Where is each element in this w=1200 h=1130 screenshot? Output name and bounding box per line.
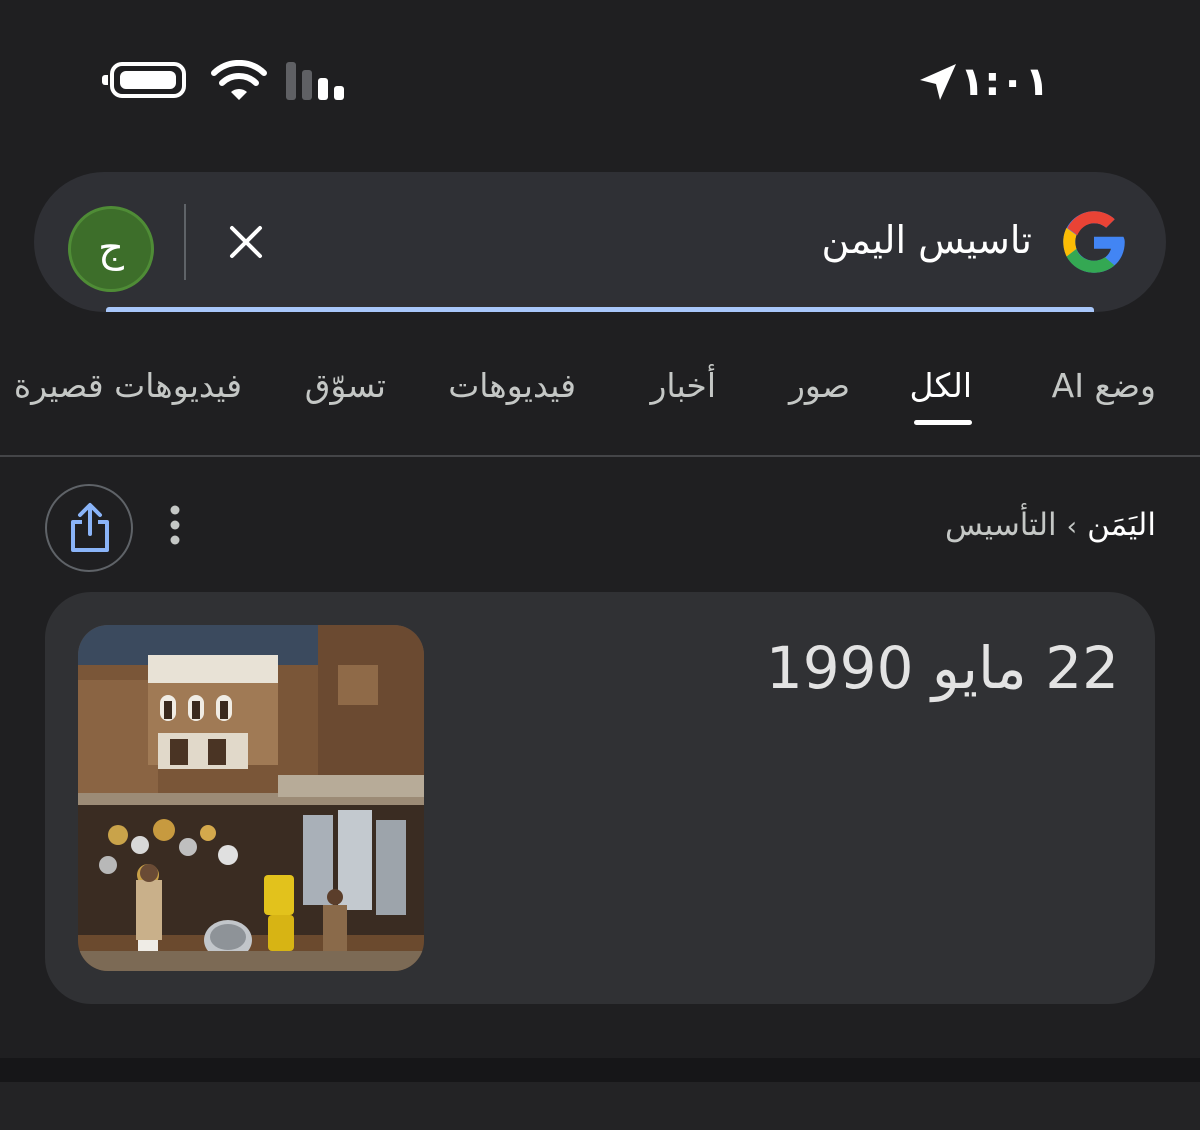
tabs-divider (0, 455, 1200, 457)
breadcrumb-attribute: التأسيس (944, 507, 1057, 543)
answer-value: 22 مايو 1990 (765, 634, 1119, 702)
search-input[interactable]: تاسيس اليمن (472, 210, 1032, 270)
breadcrumb: اليَمَن › التأسيس (556, 500, 1156, 550)
breadcrumb-entity[interactable]: اليَمَن (1087, 507, 1156, 543)
wifi-icon (211, 60, 267, 100)
google-logo-icon[interactable] (1058, 206, 1130, 278)
tab-ai-mode[interactable]: وضع AI (1052, 360, 1156, 412)
tab-shopping[interactable]: تسوّق (305, 360, 386, 412)
tab-images[interactable]: صور (789, 360, 850, 412)
section-separator (0, 1058, 1200, 1082)
signal-icon (286, 62, 344, 100)
answer-image[interactable] (78, 625, 424, 971)
more-vert-icon[interactable] (160, 500, 190, 550)
tab-all[interactable]: الكل (910, 360, 972, 412)
market-street-image (78, 625, 424, 971)
location-icon (920, 64, 956, 100)
tab-short-videos[interactable]: فيديوهات قصيرة (14, 360, 242, 412)
account-avatar[interactable]: ج (68, 206, 154, 292)
share-icon (71, 503, 109, 552)
share-button[interactable] (45, 484, 133, 572)
next-result-area (0, 1082, 1200, 1130)
tab-news[interactable]: أخبار (650, 360, 716, 412)
battery-icon (102, 62, 186, 98)
search-tabs: وضع AI الكل صور أخبار فيديوهات تسوّق فيد… (0, 340, 1200, 456)
search-focus-underline (106, 307, 1094, 312)
clear-icon[interactable] (226, 222, 266, 262)
status-bar: ١:٠١ (0, 0, 1200, 150)
search-bar[interactable]: ج تاسيس اليمن (34, 172, 1166, 312)
active-tab-indicator (914, 420, 972, 425)
tab-videos[interactable]: فيديوهات (448, 360, 576, 412)
breadcrumb-separator: › (1066, 512, 1078, 542)
search-divider (184, 204, 186, 280)
status-time: ١:٠١ (960, 59, 1050, 105)
answer-card[interactable]: 22 مايو 1990 (45, 592, 1155, 1004)
